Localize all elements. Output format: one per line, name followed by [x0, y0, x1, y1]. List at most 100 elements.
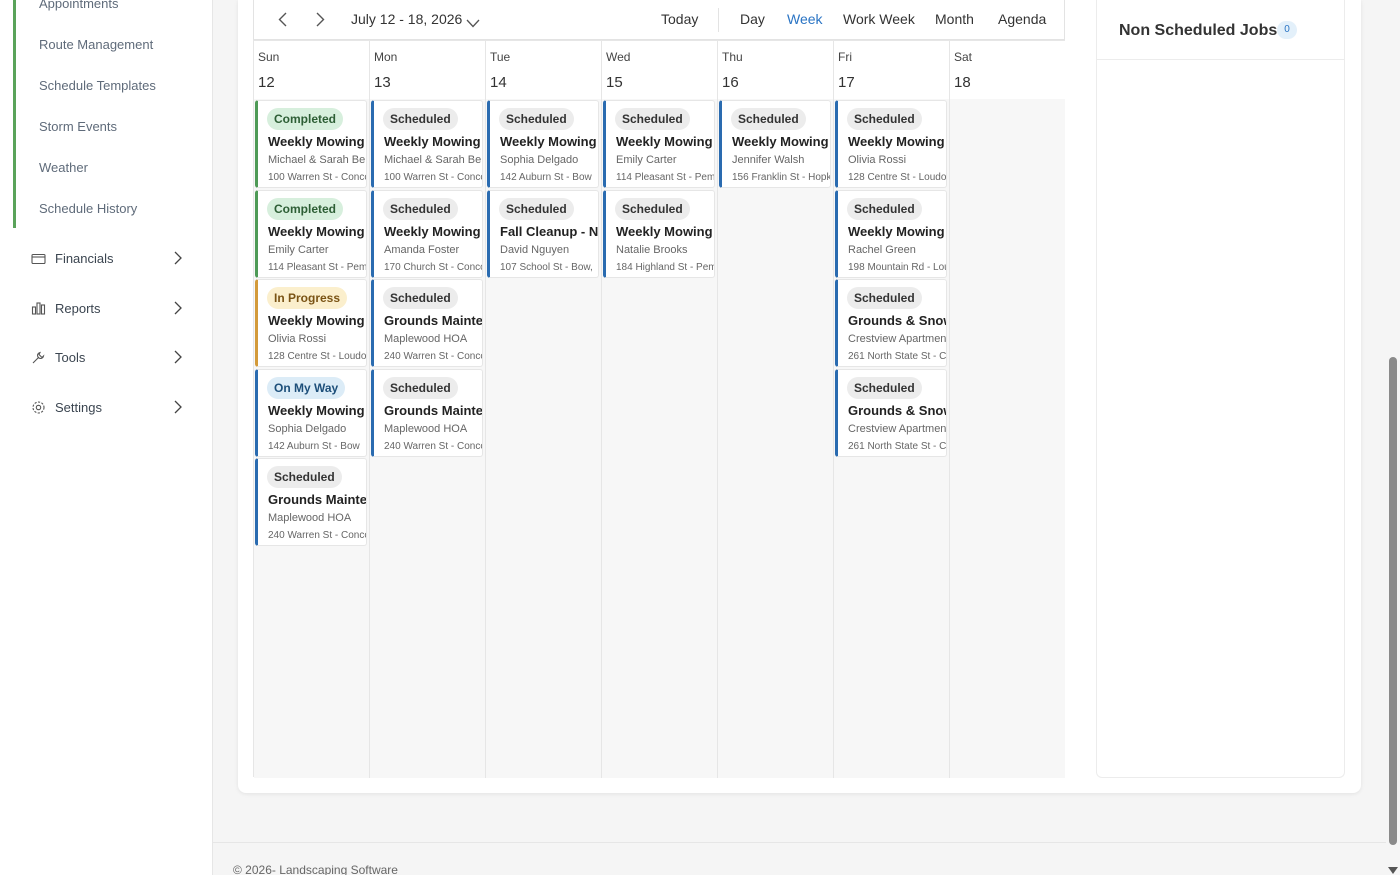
- day-header: Thu 16: [718, 41, 833, 99]
- sidebar-item-appointments[interactable]: Appointments: [39, 0, 119, 11]
- event-customer: Maplewood HOA: [384, 423, 468, 435]
- day-column[interactable]: Fri 17 Scheduled Weekly Mowing Olivia Rossi 1…: [834, 41, 950, 778]
- event-address: 128 Centre St - Loudon: [848, 172, 947, 183]
- day-name: Fri: [838, 50, 852, 64]
- sidebar-item-route-management[interactable]: Route Management: [39, 37, 153, 52]
- event-address: 114 Pleasant St - Pembroke: [616, 172, 715, 183]
- day-number[interactable]: 18: [954, 74, 971, 91]
- day-number[interactable]: 17: [838, 74, 855, 91]
- sidebar-item-schedule-history[interactable]: Schedule History: [39, 201, 137, 216]
- event-card[interactable]: Scheduled Weekly Mowing Sophia Delgado 142 …: [487, 100, 599, 188]
- day-body[interactable]: Scheduled Weekly Mowing Emily Carter 114 Pl…: [602, 99, 717, 778]
- sidebar-item-schedule-templates[interactable]: Schedule Templates: [39, 78, 156, 93]
- event-card[interactable]: On My Way Weekly Mowing Sophia Delgado 142 …: [255, 369, 367, 457]
- event-card[interactable]: Scheduled Grounds Maintenance Maplewood HO…: [371, 279, 483, 367]
- sidebar-item-financials[interactable]: Financials: [30, 246, 190, 270]
- event-card[interactable]: Scheduled Grounds & Snow Crestview Apartme…: [835, 369, 947, 457]
- event-address: 170 Church St - Concord: [384, 262, 482, 273]
- event-address: 198 Mountain Rd - Loudon: [848, 262, 946, 273]
- day-column[interactable]: Sun 12 Completed Weekly Mowing Michael & Sar…: [254, 41, 370, 778]
- day-number[interactable]: 16: [722, 74, 739, 91]
- event-title: Weekly Mowing: [268, 313, 365, 328]
- event-card[interactable]: Scheduled Weekly Mowing Rachel Green 198 Mo…: [835, 190, 947, 278]
- chevron-right-icon: [174, 400, 182, 419]
- event-card[interactable]: In Progress Weekly Mowing Olivia Rossi 128 …: [255, 279, 367, 367]
- page-scrollbar[interactable]: [1386, 0, 1400, 875]
- event-card[interactable]: Completed Weekly Mowing Emily Carter 114 Pl…: [255, 190, 367, 278]
- event-card[interactable]: Scheduled Weekly Mowing Jennifer Walsh 156 …: [719, 100, 831, 188]
- scrollbar-thumb[interactable]: [1389, 357, 1397, 845]
- sidebar-item-label: Tools: [55, 349, 86, 365]
- event-card[interactable]: Scheduled Grounds Maintenance Maplewood HO…: [371, 369, 483, 457]
- day-body[interactable]: Scheduled Weekly Mowing Jennifer Walsh 156 …: [718, 99, 833, 778]
- day-body[interactable]: Completed Weekly Mowing Michael & Sarah Be…: [254, 99, 369, 778]
- event-customer: Sophia Delgado: [268, 423, 347, 435]
- view-agenda-button[interactable]: Agenda: [998, 11, 1046, 27]
- event-customer: Crestview Apartments: [848, 423, 947, 435]
- sidebar-item-settings[interactable]: Settings: [30, 395, 190, 419]
- status-badge: On My Way: [267, 377, 346, 399]
- view-month-button[interactable]: Month: [935, 11, 974, 27]
- event-address: 100 Warren St - Concord: [268, 172, 366, 183]
- event-customer: Olivia Rossi: [268, 333, 327, 345]
- event-card[interactable]: Scheduled Weekly Mowing Emily Carter 114 Pl…: [603, 100, 715, 188]
- event-card[interactable]: Completed Weekly Mowing Michael & Sarah Be…: [255, 100, 367, 188]
- date-range-picker[interactable]: July 12 - 18, 2026: [351, 11, 462, 27]
- day-header: Mon 13: [370, 41, 485, 99]
- chevron-right-icon[interactable]: [316, 12, 325, 32]
- status-badge: Scheduled: [383, 377, 458, 399]
- day-body[interactable]: Scheduled Weekly Mowing Michael & Sarah Be…: [370, 99, 485, 778]
- day-body[interactable]: Scheduled Weekly Mowing Olivia Rossi 128 Ce…: [834, 99, 949, 778]
- event-address: 107 School St - Bow,: [500, 262, 593, 273]
- scroll-down-arrow-icon[interactable]: [1388, 862, 1398, 874]
- day-column[interactable]: Sat 18: [950, 41, 1065, 778]
- day-column[interactable]: Thu 16 Scheduled Weekly Mowing Jennifer Wals…: [718, 41, 834, 778]
- view-week-button[interactable]: Week: [787, 11, 823, 27]
- day-name: Wed: [606, 50, 631, 64]
- event-address: 156 Franklin St - Hopkinton: [732, 172, 831, 183]
- event-title: Weekly Mowing: [848, 134, 945, 149]
- today-button[interactable]: Today: [661, 11, 698, 27]
- status-badge: Scheduled: [383, 108, 458, 130]
- day-number[interactable]: 15: [606, 74, 623, 91]
- day-column[interactable]: Wed 15 Scheduled Weekly Mowing Emily Carter 1…: [602, 41, 718, 778]
- event-card[interactable]: Scheduled Weekly Mowing Amanda Foster 170 C…: [371, 190, 483, 278]
- day-number[interactable]: 14: [490, 74, 507, 91]
- event-card[interactable]: Scheduled Weekly Mowing Michael & Sarah Be…: [371, 100, 483, 188]
- event-customer: Sophia Delgado: [500, 154, 579, 166]
- event-address: 100 Warren St - Concord: [384, 172, 482, 183]
- day-body[interactable]: [950, 99, 1065, 778]
- day-number[interactable]: 13: [374, 74, 391, 91]
- event-card[interactable]: Scheduled Grounds Maintenance Maplewood HO…: [255, 458, 367, 546]
- day-header: Tue 14: [486, 41, 601, 99]
- view-day-button[interactable]: Day: [740, 11, 765, 27]
- chevron-left-icon[interactable]: [278, 12, 287, 32]
- event-customer: Amanda Foster: [384, 244, 460, 256]
- chevron-down-icon[interactable]: [466, 15, 480, 33]
- sidebar-item-tools[interactable]: Tools: [30, 345, 190, 369]
- sidebar-item-weather[interactable]: Weather: [39, 160, 88, 175]
- day-name: Sat: [954, 50, 973, 64]
- event-address: 184 Highland St - Pembroke: [616, 262, 714, 273]
- status-badge: Scheduled: [615, 108, 690, 130]
- event-card[interactable]: Scheduled Weekly Mowing Natalie Brooks 184 …: [603, 190, 715, 278]
- day-body[interactable]: Scheduled Weekly Mowing Sophia Delgado 142 …: [486, 99, 601, 778]
- status-badge: Scheduled: [383, 198, 458, 220]
- day-column[interactable]: Tue 14 Scheduled Weekly Mowing Sophia Delgad…: [486, 41, 602, 778]
- view-work-week-button[interactable]: Work Week: [843, 11, 915, 27]
- event-address: 240 Warren St - Concord: [384, 351, 482, 362]
- event-card[interactable]: Scheduled Fall Cleanup - N David Nguyen 107…: [487, 190, 599, 278]
- status-badge: Scheduled: [499, 198, 574, 220]
- status-badge: Scheduled: [615, 198, 690, 220]
- event-card[interactable]: Scheduled Grounds & Snow Crestview Apartme…: [835, 279, 947, 367]
- day-column[interactable]: Mon 13 Scheduled Weekly Mowing Michael & Sar…: [370, 41, 486, 778]
- day-number[interactable]: 12: [258, 74, 275, 91]
- event-address: 240 Warren St - Concord: [384, 441, 482, 452]
- sidebar-item-reports[interactable]: Reports: [30, 296, 190, 320]
- event-title: Weekly Mowing: [268, 403, 365, 418]
- event-customer: Crestview Apartments: [848, 333, 947, 345]
- event-address: 240 Warren St - Concord: [268, 530, 366, 541]
- event-card[interactable]: Scheduled Weekly Mowing Olivia Rossi 128 Ce…: [835, 100, 947, 188]
- gear-icon: [30, 399, 46, 415]
- sidebar-item-storm-events[interactable]: Storm Events: [39, 119, 117, 134]
